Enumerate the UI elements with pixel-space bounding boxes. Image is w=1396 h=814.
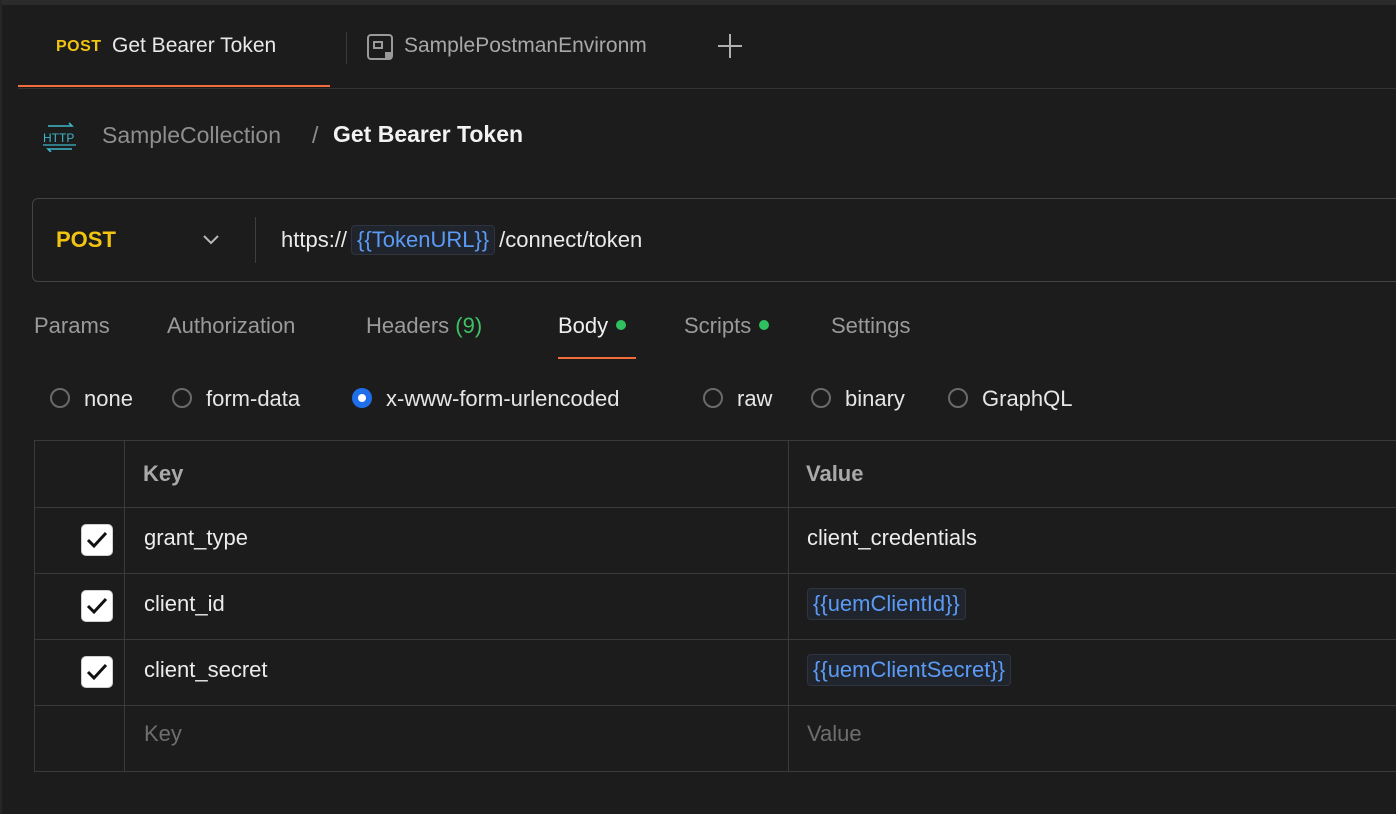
window-top-border (0, 0, 1396, 5)
row-key-input[interactable]: client_secret (144, 657, 268, 683)
radio-label: none (84, 386, 133, 411)
variable-chip[interactable]: {{uemClientId}} (807, 588, 966, 620)
radio-circle (703, 388, 723, 408)
window-left-border (0, 0, 2, 814)
tab-title: Get Bearer Token (112, 34, 277, 57)
breadcrumb-collection[interactable]: SampleCollection (102, 122, 281, 149)
row-key-input[interactable]: grant_type (144, 525, 248, 551)
radio-label: x-www-form-urlencoded (386, 386, 620, 411)
row-value-input[interactable]: {{uemClientId}} (807, 588, 966, 620)
row-checkbox[interactable] (81, 590, 113, 622)
row-value-input[interactable]: client_credentials (807, 525, 977, 551)
http-icon: HTTP (43, 122, 76, 152)
row-checkbox[interactable] (81, 656, 113, 688)
row-value-input[interactable]: {{uemClientSecret}} (807, 654, 1012, 686)
row-key-input[interactable]: client_id (144, 591, 225, 617)
url-bar: POST https://{{TokenURL}}/connect/token (32, 198, 1396, 282)
tab-scripts-label: Scripts (684, 313, 752, 338)
column-divider (124, 441, 125, 771)
tab-headers-label: Headers (366, 313, 450, 338)
radio-label: GraphQL (982, 386, 1073, 411)
tab-bar: POST Get Bearer Token SamplePostmanEnvir… (18, 6, 1396, 89)
radio-label: form-data (206, 386, 301, 411)
tab-settings[interactable]: Settings (831, 313, 911, 339)
check-icon (86, 663, 108, 681)
tab-params[interactable]: Params (34, 313, 110, 339)
tab-authorization[interactable]: Authorization (167, 313, 295, 339)
radio-label: binary (845, 386, 905, 411)
active-tab-indicator (558, 357, 636, 359)
row-checkbox[interactable] (81, 524, 113, 556)
tab-body[interactable]: Body (558, 313, 627, 339)
breadcrumb-separator: / (312, 122, 319, 148)
url-divider (255, 217, 256, 263)
method-label: POST (56, 227, 116, 252)
chevron-down-icon (203, 235, 219, 245)
environment-icon[interactable] (366, 33, 394, 61)
body-status-dot (616, 320, 627, 330)
url-input[interactable]: https://{{TokenURL}}/connect/token (281, 225, 642, 255)
radio-circle (811, 388, 831, 408)
radio-circle (50, 388, 70, 408)
row-divider (35, 573, 1396, 574)
radio-label: raw (737, 386, 773, 411)
url-variable-chip[interactable]: {{TokenURL}} (351, 225, 496, 255)
headers-count: (9) (455, 313, 483, 338)
variable-chip[interactable]: {{uemClientSecret}} (807, 654, 1012, 686)
svg-text:HTTP: HTTP (43, 131, 74, 145)
url-prefix: https:// (281, 227, 348, 252)
radio-circle (172, 388, 192, 408)
check-icon (86, 531, 108, 549)
scripts-status-dot (759, 320, 770, 330)
column-header-key: Key (143, 461, 184, 486)
tab-get-bearer-token[interactable]: POST Get Bearer Token (18, 6, 330, 87)
check-icon (86, 597, 108, 615)
row-divider (35, 705, 1396, 706)
method-dropdown[interactable]: POST (33, 199, 255, 281)
key-value-table: Key Value grant_type client_credentials … (34, 440, 1396, 772)
breadcrumb-request-name[interactable]: Get Bearer Token (333, 121, 523, 148)
column-header-value: Value (806, 461, 864, 486)
tab-method-badge: POST (56, 38, 102, 55)
new-value-input[interactable]: Value (807, 721, 862, 747)
new-key-input[interactable]: Key (144, 721, 182, 747)
url-suffix: /connect/token (499, 227, 643, 252)
radio-circle (948, 388, 968, 408)
column-divider (788, 441, 789, 771)
tab-scripts[interactable]: Scripts (684, 313, 770, 339)
tab-divider (346, 32, 347, 64)
tab-environment[interactable]: SamplePostmanEnvironm (404, 34, 660, 58)
radio-circle-selected (352, 388, 372, 408)
row-divider (35, 507, 1396, 508)
plus-icon[interactable] (714, 30, 746, 62)
tab-body-label: Body (558, 313, 609, 338)
row-divider (35, 639, 1396, 640)
tab-headers[interactable]: Headers (9) (366, 313, 482, 339)
